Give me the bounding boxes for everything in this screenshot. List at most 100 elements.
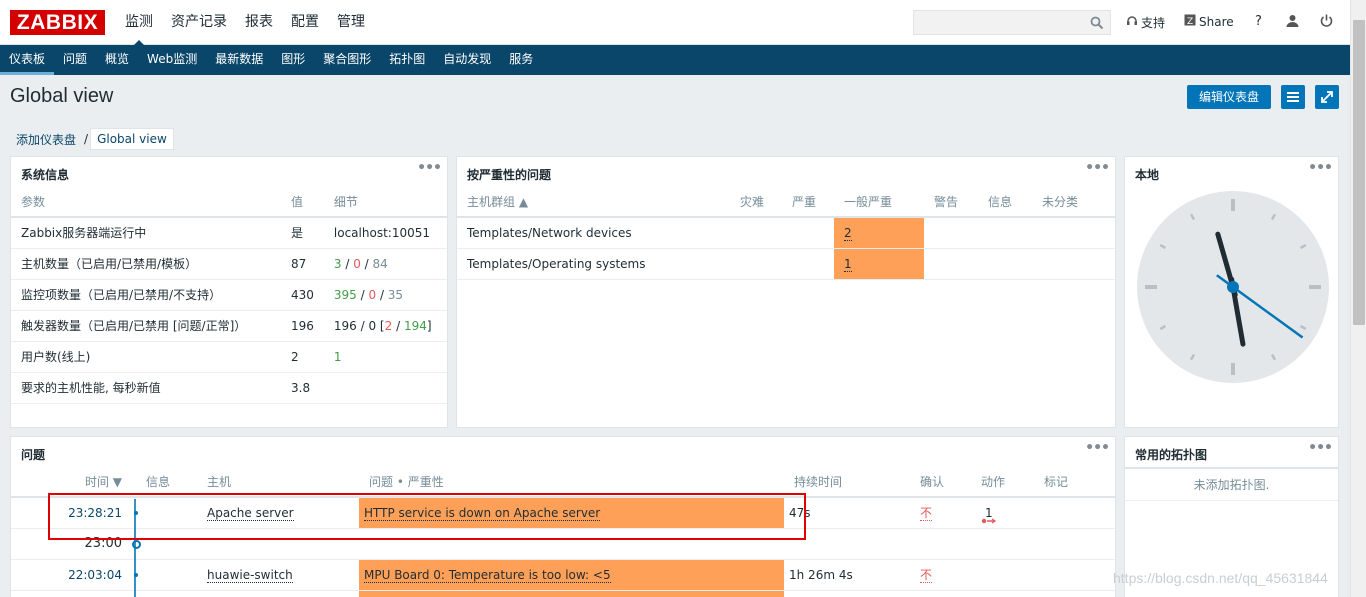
average-cell[interactable]: 1: [834, 248, 924, 280]
sub-menu: 仪表板 问题 概览 Web监测 最新数据 图形 聚合图形 拓扑图 自动发现 服务: [0, 45, 1350, 75]
detail-sep: /: [341, 256, 354, 271]
submenu-services[interactable]: 服务: [500, 45, 542, 75]
detail-cell: 3 / 0 / 84: [323, 248, 447, 280]
problem-cell: MPU Board 0: Temperature is too low: <5: [359, 559, 784, 591]
detail-cell: localhost:10051: [323, 217, 447, 249]
dashboard-list-button[interactable]: [1281, 85, 1305, 109]
high-cell: [782, 248, 834, 280]
submenu-problems[interactable]: 问题: [54, 45, 96, 75]
search-icon[interactable]: [1090, 16, 1104, 33]
host-link[interactable]: huawie-switch: [207, 567, 293, 583]
detail-cell: 196 / 0 [2 / 194]: [323, 310, 447, 342]
table-row: Templates/Network devices 2: [457, 217, 1115, 249]
problem-link[interactable]: MPU Board 0: Temperature is too low: <5: [364, 567, 611, 583]
fullscreen-button[interactable]: [1315, 85, 1339, 109]
maps-empty-message: 未添加拓扑图.: [1125, 467, 1338, 501]
page-title: Global view: [10, 85, 114, 107]
breadcrumb-current[interactable]: Global view: [90, 128, 174, 150]
headset-icon: [1126, 15, 1138, 30]
table-row: [11, 590, 1115, 597]
ack-link[interactable]: 不: [920, 568, 933, 583]
detail-sep: /: [392, 318, 404, 333]
param-cell: 主机数量（已启用/已禁用/模板）: [11, 248, 281, 280]
detail-text: localhost:10051: [333, 225, 430, 240]
menu-inventory[interactable]: 资产记录: [162, 0, 236, 45]
param-cell: 监控项数量（已启用/已禁用/不支持）: [11, 279, 281, 311]
duration-cell: 1h 26m 4s: [784, 559, 910, 591]
detail-sep: /: [376, 287, 388, 302]
detail-enabled: 3: [333, 256, 342, 271]
menu-configuration[interactable]: 配置: [282, 0, 328, 45]
widget-menu-icon[interactable]: •••: [1308, 440, 1333, 456]
column-header: 严重: [782, 187, 834, 218]
param-cell: 要求的主机性能, 每秒新值: [11, 372, 281, 404]
share-link[interactable]: Z Share: [1184, 14, 1234, 29]
detail-text: 196 / 0 [: [333, 318, 385, 333]
average-cell[interactable]: 2: [834, 217, 924, 249]
host-group-link[interactable]: Templates/Network devices: [457, 217, 730, 249]
top-bar: ZABBIX 监测 资产记录 报表 配置 管理 支持 Z Share ?: [0, 0, 1350, 46]
table-row: 主机数量（已启用/已禁用/模板） 87 3 / 0 / 84: [11, 248, 447, 280]
problems-by-severity-widget: 按严重性的问题 ••• 主机群组 ▲ 灾难 严重 一般严重 警告 信息 未分类 …: [456, 156, 1116, 428]
column-header: 未分类: [1032, 187, 1115, 218]
warning-cell: [924, 248, 978, 280]
menu-administration[interactable]: 管理: [328, 0, 374, 45]
menu-reports[interactable]: 报表: [236, 0, 282, 45]
column-header-host-group[interactable]: 主机群组 ▲: [457, 187, 730, 218]
submenu-discovery[interactable]: 自动发现: [434, 45, 500, 75]
table-row: 用户数(线上) 2 1: [11, 341, 447, 373]
submenu-screens[interactable]: 聚合图形: [314, 45, 380, 75]
page-scrollbar[interactable]: [1350, 0, 1366, 597]
actions-cell: [971, 559, 1034, 591]
value-cell: 430: [281, 279, 324, 311]
submenu-maps[interactable]: 拓扑图: [380, 45, 434, 75]
column-header: 细节: [323, 187, 447, 218]
unclassified-cell: [1032, 217, 1115, 249]
table-row: 要求的主机性能, 每秒新值 3.8: [11, 372, 447, 404]
clock-widget: 本地 •••: [1124, 156, 1339, 428]
column-header: 灾难: [730, 187, 782, 218]
menu-monitoring[interactable]: 监测: [116, 0, 162, 46]
widget-menu-icon[interactable]: •••: [1308, 160, 1333, 176]
table-row: 监控项数量（已启用/已禁用/不支持） 430 395 / 0 / 35: [11, 279, 447, 311]
host-group-link[interactable]: Templates/Operating systems: [457, 248, 730, 280]
help-link[interactable]: ?: [1255, 14, 1262, 29]
support-label: 支持: [1141, 16, 1166, 30]
tags-cell: [1034, 559, 1115, 591]
detail-online: 1: [333, 349, 342, 364]
widget-menu-icon[interactable]: •••: [1085, 160, 1110, 176]
time-cell: 22:03:04: [11, 559, 138, 591]
param-cell: 触发器数量（已启用/已禁用 [问题/正常]）: [11, 310, 281, 342]
submenu-dashboard[interactable]: 仪表板: [0, 45, 55, 75]
detail-sep: /: [360, 256, 373, 271]
logout-button[interactable]: [1320, 14, 1333, 30]
widget-menu-icon[interactable]: •••: [1085, 440, 1110, 456]
detail-cell: [323, 372, 447, 404]
param-cell: Zabbix服务器端运行中: [11, 217, 281, 249]
main-menu: 监测 资产记录 报表 配置 管理: [116, 0, 374, 46]
submenu-overview[interactable]: 概览: [96, 45, 138, 75]
average-count: 1: [844, 256, 852, 272]
column-header: 一般严重: [834, 187, 924, 218]
actions-link[interactable]: 1: [981, 506, 997, 524]
share-label: Share: [1199, 14, 1234, 29]
scrollbar-thumb[interactable]: [1353, 20, 1365, 325]
fullscreen-icon: [1315, 91, 1339, 112]
submenu-web[interactable]: Web监测: [138, 45, 206, 75]
column-header: 标记: [1034, 467, 1115, 498]
search-input[interactable]: [914, 11, 1084, 34]
support-link[interactable]: 支持: [1126, 14, 1165, 31]
ack-link[interactable]: 不: [920, 506, 933, 522]
zabbix-logo[interactable]: ZABBIX: [10, 10, 105, 35]
breadcrumb-dashboards[interactable]: 添加仪表盘: [10, 131, 82, 148]
detail-ok: 194: [403, 318, 427, 333]
profile-button[interactable]: [1286, 14, 1299, 30]
submenu-graphs[interactable]: 图形: [272, 45, 314, 75]
table-row: 22:03:04 huawie-switch MPU Board 0: Temp…: [11, 559, 1115, 591]
submenu-latest-data[interactable]: 最新数据: [206, 45, 272, 75]
edit-dashboard-button[interactable]: 编辑仪表盘: [1187, 85, 1271, 109]
time-link[interactable]: 22:03:04: [68, 568, 122, 582]
actions-cell: 1: [971, 497, 1034, 529]
tags-cell: [1034, 497, 1115, 529]
widget-menu-icon[interactable]: •••: [417, 160, 442, 176]
